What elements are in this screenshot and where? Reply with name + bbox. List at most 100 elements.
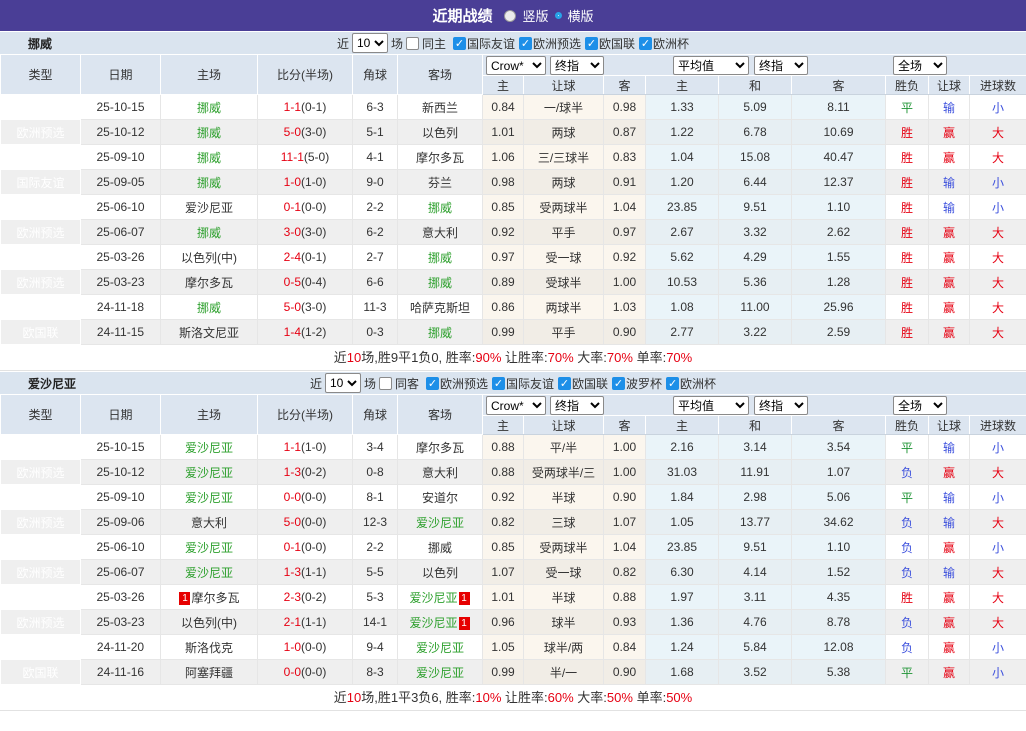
final-odds-select-2[interactable]: 终指 — [754, 396, 808, 415]
section-filter-bar: 挪威 近 10 场 同主 ✓ 国际友谊 ✓ 欧洲预选 ✓ 欧国联 ✓ 欧洲杯 — [0, 31, 1026, 54]
col-header-score: 比分(半场) — [257, 394, 353, 435]
subcol-header: 客 — [603, 415, 646, 435]
match-date: 25-06-07 — [80, 559, 161, 585]
same-venue-checkbox[interactable] — [378, 376, 392, 390]
match-type-badge: 欧洲预选 — [0, 194, 81, 220]
match-type-badge: 欧洲预选 — [0, 269, 81, 295]
odds-home: 1.07 — [482, 559, 524, 585]
horizontal-radio[interactable] — [554, 12, 562, 19]
halftime-score: (3-0) — [301, 125, 327, 139]
result-winloss: 负 — [885, 609, 929, 635]
average-select[interactable]: 平均值 — [673, 56, 749, 75]
league-checkbox[interactable]: ✓ — [585, 36, 599, 50]
result-handicap: 输 — [928, 194, 970, 220]
summary-segment: 90% — [475, 350, 502, 365]
match-date: 24-11-16 — [80, 659, 161, 685]
score: 0-0(0-0) — [257, 659, 353, 685]
table-row: 欧洲预选 25-10-12 爱沙尼亚 1-3(0-2) 0-8 意大利 0.88 受两球半/三… — [0, 459, 1026, 485]
league-label: 欧洲杯 — [680, 376, 717, 391]
odds-handicap: 两球半 — [523, 294, 604, 320]
final-odds-select[interactable]: 终指 — [550, 396, 604, 415]
halftime-score: (0-0) — [301, 665, 327, 679]
result-winloss: 负 — [885, 634, 929, 660]
full-match-select[interactable]: 全场 — [893, 396, 947, 415]
match-count-select[interactable]: 10 — [324, 373, 361, 393]
result-handicap: 赢 — [928, 609, 970, 635]
away-team-name: 爱沙尼亚 — [415, 515, 464, 530]
fulltime-score: 2-4 — [283, 250, 301, 264]
league-checkbox[interactable]: ✓ — [558, 376, 572, 390]
avg-home: 2.16 — [645, 434, 719, 460]
odds-source-select[interactable]: Crow* — [486, 56, 546, 75]
league-checkbox[interactable]: ✓ — [612, 376, 626, 390]
match-date: 25-06-07 — [80, 219, 161, 245]
league-checkbox[interactable]: ✓ — [492, 376, 505, 390]
subcol-header: 胜负 — [885, 75, 929, 95]
avg-draw: 5.84 — [718, 634, 792, 660]
result-winloss: 胜 — [885, 194, 929, 220]
summary-segment: 让胜率: — [501, 350, 548, 365]
score: 0-5(0-4) — [257, 269, 353, 295]
result-handicap: 赢 — [928, 459, 970, 485]
avg-home: 1.68 — [645, 659, 719, 685]
odds-home: 0.86 — [482, 294, 524, 320]
score: 1-0(0-0) — [257, 634, 353, 660]
topbar: 近期战绩 竖版 横版 — [0, 0, 1026, 31]
league-filters: ✓ 国际友谊 ✓ 欧洲预选 ✓ 欧国联 ✓ 欧洲杯 — [449, 35, 689, 52]
final-odds-select[interactable]: 终指 — [550, 56, 604, 75]
subcol-header: 主 — [482, 75, 524, 95]
odds-handicap: 半/一 — [523, 659, 604, 685]
odds-source-select[interactable]: Crow* — [486, 396, 546, 415]
league-checkbox[interactable]: ✓ — [666, 376, 680, 390]
match-date: 24-11-15 — [80, 319, 161, 345]
avg-home: 6.30 — [645, 559, 719, 585]
league-checkbox[interactable]: ✓ — [452, 36, 466, 50]
odds-dropdown-row: Crow* 终指 平均值 终指 全场 — [481, 54, 1026, 76]
home-team-name: 阿塞拜疆 — [184, 665, 233, 680]
odds-handicap: 平手 — [523, 219, 604, 245]
fulltime-score: 2-3 — [283, 590, 301, 604]
table-row: 欧洲预选 25-03-26 1 摩尔多瓦 2-3(0-2) 5-3 爱沙尼亚 1 1.01 半球 0… — [0, 584, 1026, 610]
horizontal-radio-label: 横版 — [567, 9, 594, 24]
odds-handicap: 受球半 — [523, 269, 604, 295]
col-header-type: 类型 — [0, 54, 81, 95]
corners: 5-1 — [352, 119, 398, 145]
odds-away: 0.98 — [603, 94, 646, 120]
match-count-select[interactable]: 10 — [351, 33, 388, 53]
result-handicap: 赢 — [928, 319, 970, 345]
avg-away: 2.62 — [791, 219, 886, 245]
odds-handicap: 平/半 — [523, 434, 604, 460]
fulltime-score: 1-0 — [283, 175, 301, 189]
vertical-radio[interactable] — [504, 9, 517, 22]
match-type-badge: 欧洲预选 — [0, 434, 81, 460]
section-filter-bar: 爱沙尼亚 近 10 场 同客 ✓ 欧洲预选 ✓ 国际友谊 ✓ 欧国联 ✓ 波罗杯 ✓ 欧洲杯 — [0, 371, 1026, 394]
corners: 0-8 — [352, 459, 398, 485]
away-team-name: 摩尔多瓦 — [415, 150, 464, 165]
avg-draw: 3.14 — [718, 434, 792, 460]
score: 0-1(0-0) — [257, 194, 353, 220]
away-team: 挪威 — [397, 534, 483, 560]
score: 3-0(3-0) — [257, 219, 353, 245]
league-checkbox[interactable]: ✓ — [519, 36, 532, 50]
same-venue-checkbox[interactable] — [405, 36, 419, 50]
away-team: 摩尔多瓦 — [397, 434, 483, 460]
league-checkbox[interactable]: ✓ — [639, 36, 653, 50]
league-checkbox[interactable]: ✓ — [425, 376, 439, 390]
away-team-name: 哈萨克斯坦 — [409, 300, 470, 315]
col-header-home: 主场 — [160, 394, 258, 435]
result-goals: 小 — [968, 534, 1026, 560]
match-type-badge: 欧洲预选 — [0, 119, 81, 145]
table-row: 欧洲预选 25-09-10 挪威 11-1(5-0) 4-1 摩尔多瓦 1.06 三/三球半 0… — [0, 144, 1026, 170]
avg-draw: 5.36 — [718, 269, 792, 295]
halftime-score: (0-0) — [301, 640, 327, 654]
home-team: 意大利 — [160, 509, 258, 535]
full-match-select[interactable]: 全场 — [893, 56, 947, 75]
final-odds-select-2[interactable]: 终指 — [754, 56, 808, 75]
result-winloss: 负 — [885, 509, 929, 535]
average-select[interactable]: 平均值 — [673, 396, 749, 415]
same-venue-label: 同客 — [394, 376, 419, 391]
summary-segment: 让胜率: — [501, 690, 548, 705]
summary-segment: 70% — [547, 350, 574, 365]
match-type-badge: 欧洲预选 — [0, 509, 81, 535]
filter-group: 近 10 场 同主 ✓ 国际友谊 ✓ 欧洲预选 ✓ 欧国联 ✓ 欧洲杯 — [337, 33, 689, 53]
